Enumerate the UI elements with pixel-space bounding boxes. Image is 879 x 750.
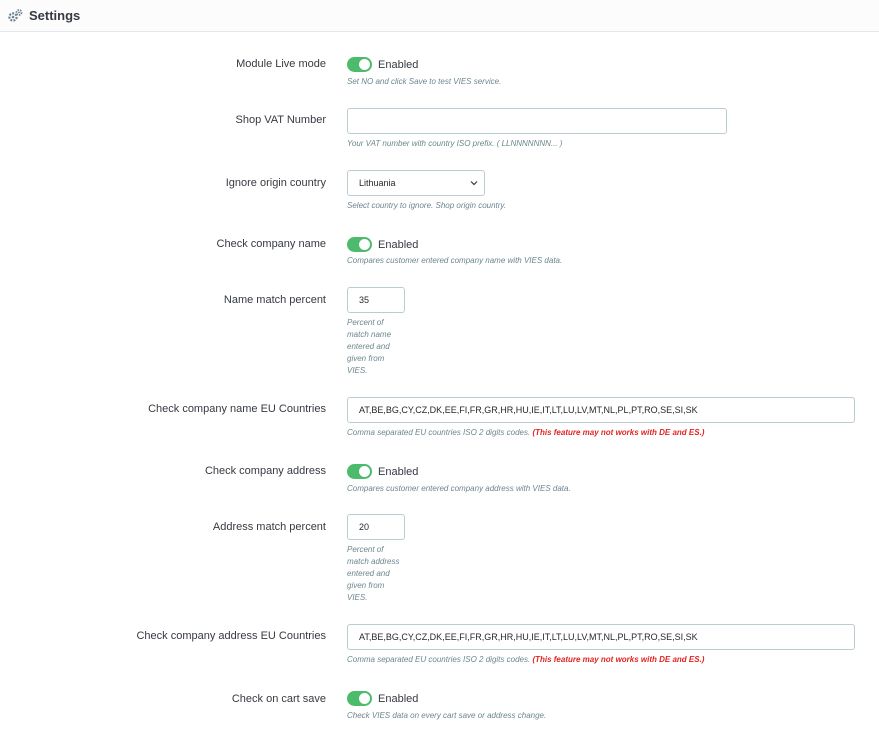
name-countries-help: Comma separated EU countries ISO 2 digit… [347,428,705,437]
vat-number-input[interactable] [347,108,727,134]
address-percent-label: Address match percent [212,521,326,533]
toggle-switch[interactable] [347,237,372,252]
panel-title: Settings [29,8,81,23]
cart-save-switch[interactable]: Enabled [347,691,418,706]
cart-save-label: Check on cart save [231,693,326,705]
switch-state-label: Enabled [378,692,419,705]
switch-state-label: Enabled [378,238,419,251]
live-mode-help: Set NO and click Save to test VIES servi… [347,77,502,86]
cart-save-help: Check VIES data on every cart save or ad… [347,711,547,720]
check-address-switch[interactable]: Enabled [347,464,418,479]
gears-icon [7,8,23,24]
vat-number-label: Shop VAT Number [235,114,327,126]
address-countries-help: Comma separated EU countries ISO 2 digit… [347,655,705,664]
name-percent-input[interactable]: 35 [347,287,405,313]
vat-number-help: Your VAT number with country ISO prefix.… [347,139,563,148]
select-value: Lithuania [359,178,396,188]
live-mode-switch[interactable]: Enabled [347,57,418,72]
check-name-label: Check company name [216,238,326,250]
warning-text: (This feature may not works with DE and … [532,655,705,664]
address-countries-label: Check company address EU Countries [136,630,326,642]
name-percent-help: Percent of match name entered and given … [347,318,392,375]
ignore-country-select[interactable]: Lithuania [347,170,485,196]
name-countries-label: Check company name EU Countries [148,403,326,415]
toggle-switch[interactable] [347,464,372,479]
panel-header: Settings [0,0,879,32]
ignore-country-help: Select country to ignore. Shop origin co… [347,201,507,210]
warning-text: (This feature may not works with DE and … [532,428,705,437]
address-percent-input[interactable]: 20 [347,514,405,540]
name-countries-input[interactable]: AT,BE,BG,CY,CZ,DK,EE,FI,FR,GR,HR,HU,IE,I… [347,397,855,423]
check-name-switch[interactable]: Enabled [347,237,418,252]
check-name-help: Compares customer entered company name w… [347,256,563,265]
name-percent-label: Name match percent [223,294,326,306]
check-address-label: Check company address [204,465,326,477]
switch-state-label: Enabled [378,58,419,71]
switch-state-label: Enabled [378,465,419,478]
chevron-down-icon [470,179,478,187]
check-address-help: Compares customer entered company addres… [347,484,571,493]
ignore-country-label: Ignore origin country [225,177,326,189]
toggle-switch[interactable] [347,691,372,706]
address-percent-help: Percent of match address entered and giv… [347,545,400,602]
live-mode-label: Module Live mode [236,58,326,70]
address-countries-input[interactable]: AT,BE,BG,CY,CZ,DK,EE,FI,FR,GR,HR,HU,IE,I… [347,624,855,650]
toggle-switch[interactable] [347,57,372,72]
